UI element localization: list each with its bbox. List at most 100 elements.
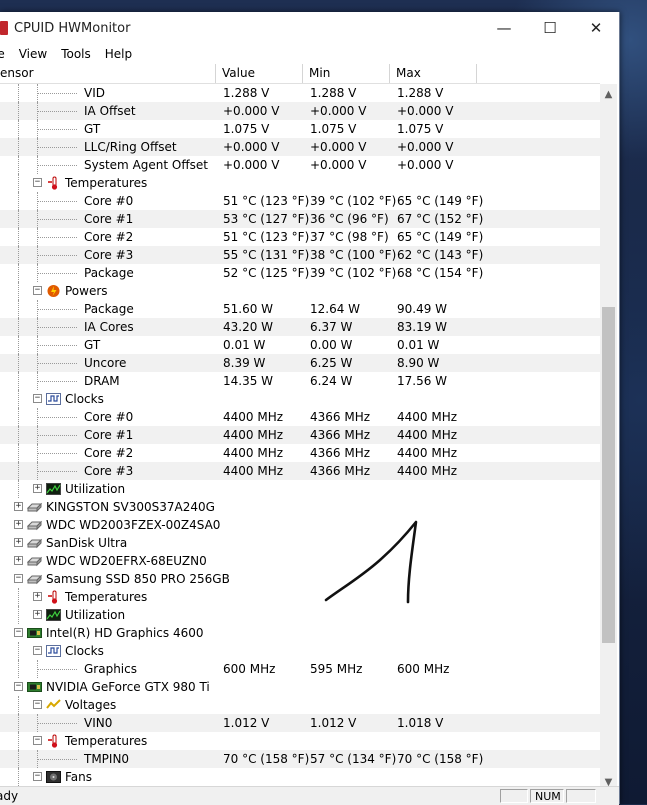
tree-guide-line bbox=[37, 147, 77, 148]
column-min[interactable]: Min bbox=[303, 64, 390, 83]
collapse-icon[interactable]: − bbox=[33, 700, 42, 709]
collapse-icon[interactable]: − bbox=[33, 646, 42, 655]
sensor-group-row[interactable]: − Intel(R) HD Graphics 4600 bbox=[0, 624, 600, 642]
sensor-row[interactable]: VIN0 1.012 V 1.012 V 1.018 V bbox=[0, 714, 600, 732]
sensor-label: VID bbox=[84, 86, 105, 100]
sensor-group-row[interactable]: − NVIDIA GeForce GTX 980 Ti bbox=[0, 678, 600, 696]
sensor-row[interactable]: Core #1 53 °C (127 °F) 36 °C (96 °F) 67 °C … bbox=[0, 210, 600, 228]
sensor-row[interactable]: VID 1.288 V 1.288 V 1.288 V bbox=[0, 84, 600, 102]
sensor-group-row[interactable]: − Fans bbox=[0, 768, 600, 786]
column-value[interactable]: Value bbox=[216, 64, 303, 83]
tree-guide-line bbox=[18, 390, 19, 408]
collapse-icon[interactable]: − bbox=[14, 682, 23, 691]
sensor-row[interactable]: Package 51.60 W 12.64 W 90.49 W bbox=[0, 300, 600, 318]
column-sensor[interactable]: ensor bbox=[0, 64, 216, 83]
gpu-icon bbox=[27, 626, 42, 640]
sensor-row[interactable]: Core #3 4400 MHz 4366 MHz 4400 MHz bbox=[0, 462, 600, 480]
sensor-group-row[interactable]: − Temperatures bbox=[0, 732, 600, 750]
scroll-up-arrow[interactable]: ▲ bbox=[600, 86, 617, 103]
column-max[interactable]: Max bbox=[390, 64, 477, 83]
sensor-row[interactable]: IA Cores 43.20 W 6.37 W 83.19 W bbox=[0, 318, 600, 336]
menu-tools[interactable]: Tools bbox=[61, 47, 91, 61]
sensor-min: 6.37 W bbox=[310, 320, 353, 334]
expand-icon[interactable]: + bbox=[14, 502, 23, 511]
sensor-max: 600 MHz bbox=[397, 662, 450, 676]
sensor-max: 17.56 W bbox=[397, 374, 448, 388]
sensor-group-row[interactable]: + Utilization bbox=[0, 606, 600, 624]
sensor-label: LLC/Ring Offset bbox=[84, 140, 177, 154]
sensor-group-row[interactable]: − Samsung SSD 850 PRO 256GB bbox=[0, 570, 600, 588]
menu-file[interactable]: le bbox=[0, 47, 5, 61]
sensor-min: 57 °C (134 °F) bbox=[310, 752, 397, 766]
collapse-icon[interactable]: − bbox=[33, 736, 42, 745]
expand-icon[interactable]: + bbox=[33, 592, 42, 601]
tree-guide-line bbox=[18, 282, 19, 300]
tree-guide-line bbox=[18, 318, 19, 336]
sensor-row[interactable]: GT 0.01 W 0.00 W 0.01 W bbox=[0, 336, 600, 354]
tree-guide-line bbox=[37, 237, 77, 238]
minimize-button[interactable]: — bbox=[481, 12, 527, 44]
expand-icon[interactable]: + bbox=[14, 538, 23, 547]
tree-guide-line bbox=[18, 84, 19, 102]
sensor-label: Temperatures bbox=[65, 590, 148, 604]
sensor-value: 4400 MHz bbox=[223, 428, 284, 442]
sensor-group-row[interactable]: + SanDisk Ultra bbox=[0, 534, 600, 552]
vertical-scrollbar[interactable]: ▲ ▼ bbox=[600, 84, 617, 788]
sensor-row[interactable]: DRAM 14.35 W 6.24 W 17.56 W bbox=[0, 372, 600, 390]
sensor-row[interactable]: GT 1.075 V 1.075 V 1.075 V bbox=[0, 120, 600, 138]
sensor-row[interactable]: Core #0 4400 MHz 4366 MHz 4400 MHz bbox=[0, 408, 600, 426]
sensor-row[interactable]: IA Offset +0.000 V +0.000 V +0.000 V bbox=[0, 102, 600, 120]
sensor-row[interactable]: System Agent Offset +0.000 V +0.000 V +0.00… bbox=[0, 156, 600, 174]
collapse-icon[interactable]: − bbox=[33, 772, 42, 781]
sensor-row[interactable]: Package 52 °C (125 °F) 39 °C (102 °F) 68 °C… bbox=[0, 264, 600, 282]
sensor-row[interactable]: TMPIN0 70 °C (158 °F) 57 °C (134 °F) 70 °C … bbox=[0, 750, 600, 768]
expand-icon[interactable]: + bbox=[33, 484, 42, 493]
tree-guide-line bbox=[18, 426, 19, 444]
sensor-row[interactable]: LLC/Ring Offset +0.000 V +0.000 V +0.000 V bbox=[0, 138, 600, 156]
sensor-row[interactable]: Core #1 4400 MHz 4366 MHz 4400 MHz bbox=[0, 426, 600, 444]
sensor-group-row[interactable]: + WDC WD2003FZEX-00Z4SA0 bbox=[0, 516, 600, 534]
sensor-group-row[interactable]: − Temperatures bbox=[0, 174, 600, 192]
sensor-label: Uncore bbox=[84, 356, 127, 370]
sensor-row[interactable]: Core #3 55 °C (131 °F) 38 °C (100 °F) 62 °C… bbox=[0, 246, 600, 264]
tree-guide-line bbox=[18, 480, 19, 498]
close-button[interactable]: ✕ bbox=[573, 12, 619, 44]
collapse-icon[interactable]: − bbox=[33, 394, 42, 403]
sensor-group-row[interactable]: + KINGSTON SV300S37A240G bbox=[0, 498, 600, 516]
sensor-group-row[interactable]: + Temperatures bbox=[0, 588, 600, 606]
sensor-min: +0.000 V bbox=[310, 104, 367, 118]
sensor-row[interactable]: Core #0 51 °C (123 °F) 39 °C (102 °F) 65 °C… bbox=[0, 192, 600, 210]
menu-view[interactable]: View bbox=[19, 47, 47, 61]
maximize-button[interactable]: ☐ bbox=[527, 12, 573, 44]
sensor-max: 65 °C (149 °F) bbox=[397, 230, 484, 244]
menu-help[interactable]: Help bbox=[105, 47, 132, 61]
status-panel-scroll bbox=[566, 789, 596, 803]
sensor-tree[interactable]: VID 1.288 V 1.288 V 1.288 V IA Offset +0.000 … bbox=[0, 84, 600, 788]
collapse-icon[interactable]: − bbox=[33, 286, 42, 295]
sensor-group-row[interactable]: − Clocks bbox=[0, 642, 600, 660]
sensor-row[interactable]: Core #2 4400 MHz 4366 MHz 4400 MHz bbox=[0, 444, 600, 462]
sensor-row[interactable]: Uncore 8.39 W 6.25 W 8.90 W bbox=[0, 354, 600, 372]
sensor-group-row[interactable]: − Clocks bbox=[0, 390, 600, 408]
sensor-group-row[interactable]: + WDC WD20EFRX-68EUZN0 bbox=[0, 552, 600, 570]
expand-icon[interactable]: + bbox=[33, 610, 42, 619]
sensor-label: Core #3 bbox=[84, 464, 134, 478]
sensor-max: 70 °C (158 °F) bbox=[397, 752, 484, 766]
title-bar[interactable]: CPUID HWMonitor — ☐ ✕ bbox=[0, 12, 619, 44]
sensor-row[interactable]: Graphics 600 MHz 595 MHz 600 MHz bbox=[0, 660, 600, 678]
collapse-icon[interactable]: − bbox=[14, 628, 23, 637]
sensor-group-row[interactable]: + Utilization bbox=[0, 480, 600, 498]
expand-icon[interactable]: + bbox=[14, 520, 23, 529]
collapse-icon[interactable]: − bbox=[33, 178, 42, 187]
scroll-thumb[interactable] bbox=[602, 307, 615, 643]
sensor-group-row[interactable]: − Powers bbox=[0, 282, 600, 300]
sensor-label: Core #0 bbox=[84, 194, 134, 208]
expand-icon[interactable]: + bbox=[14, 556, 23, 565]
sensor-label: Intel(R) HD Graphics 4600 bbox=[46, 626, 204, 640]
sensor-min: 39 °C (102 °F) bbox=[310, 266, 397, 280]
collapse-icon[interactable]: − bbox=[14, 574, 23, 583]
sensor-row[interactable]: Core #2 51 °C (123 °F) 37 °C (98 °F) 65 °C … bbox=[0, 228, 600, 246]
sensor-group-row[interactable]: − Voltages bbox=[0, 696, 600, 714]
tree-guide-line bbox=[18, 462, 19, 480]
sensor-value: 51 °C (123 °F) bbox=[223, 230, 310, 244]
